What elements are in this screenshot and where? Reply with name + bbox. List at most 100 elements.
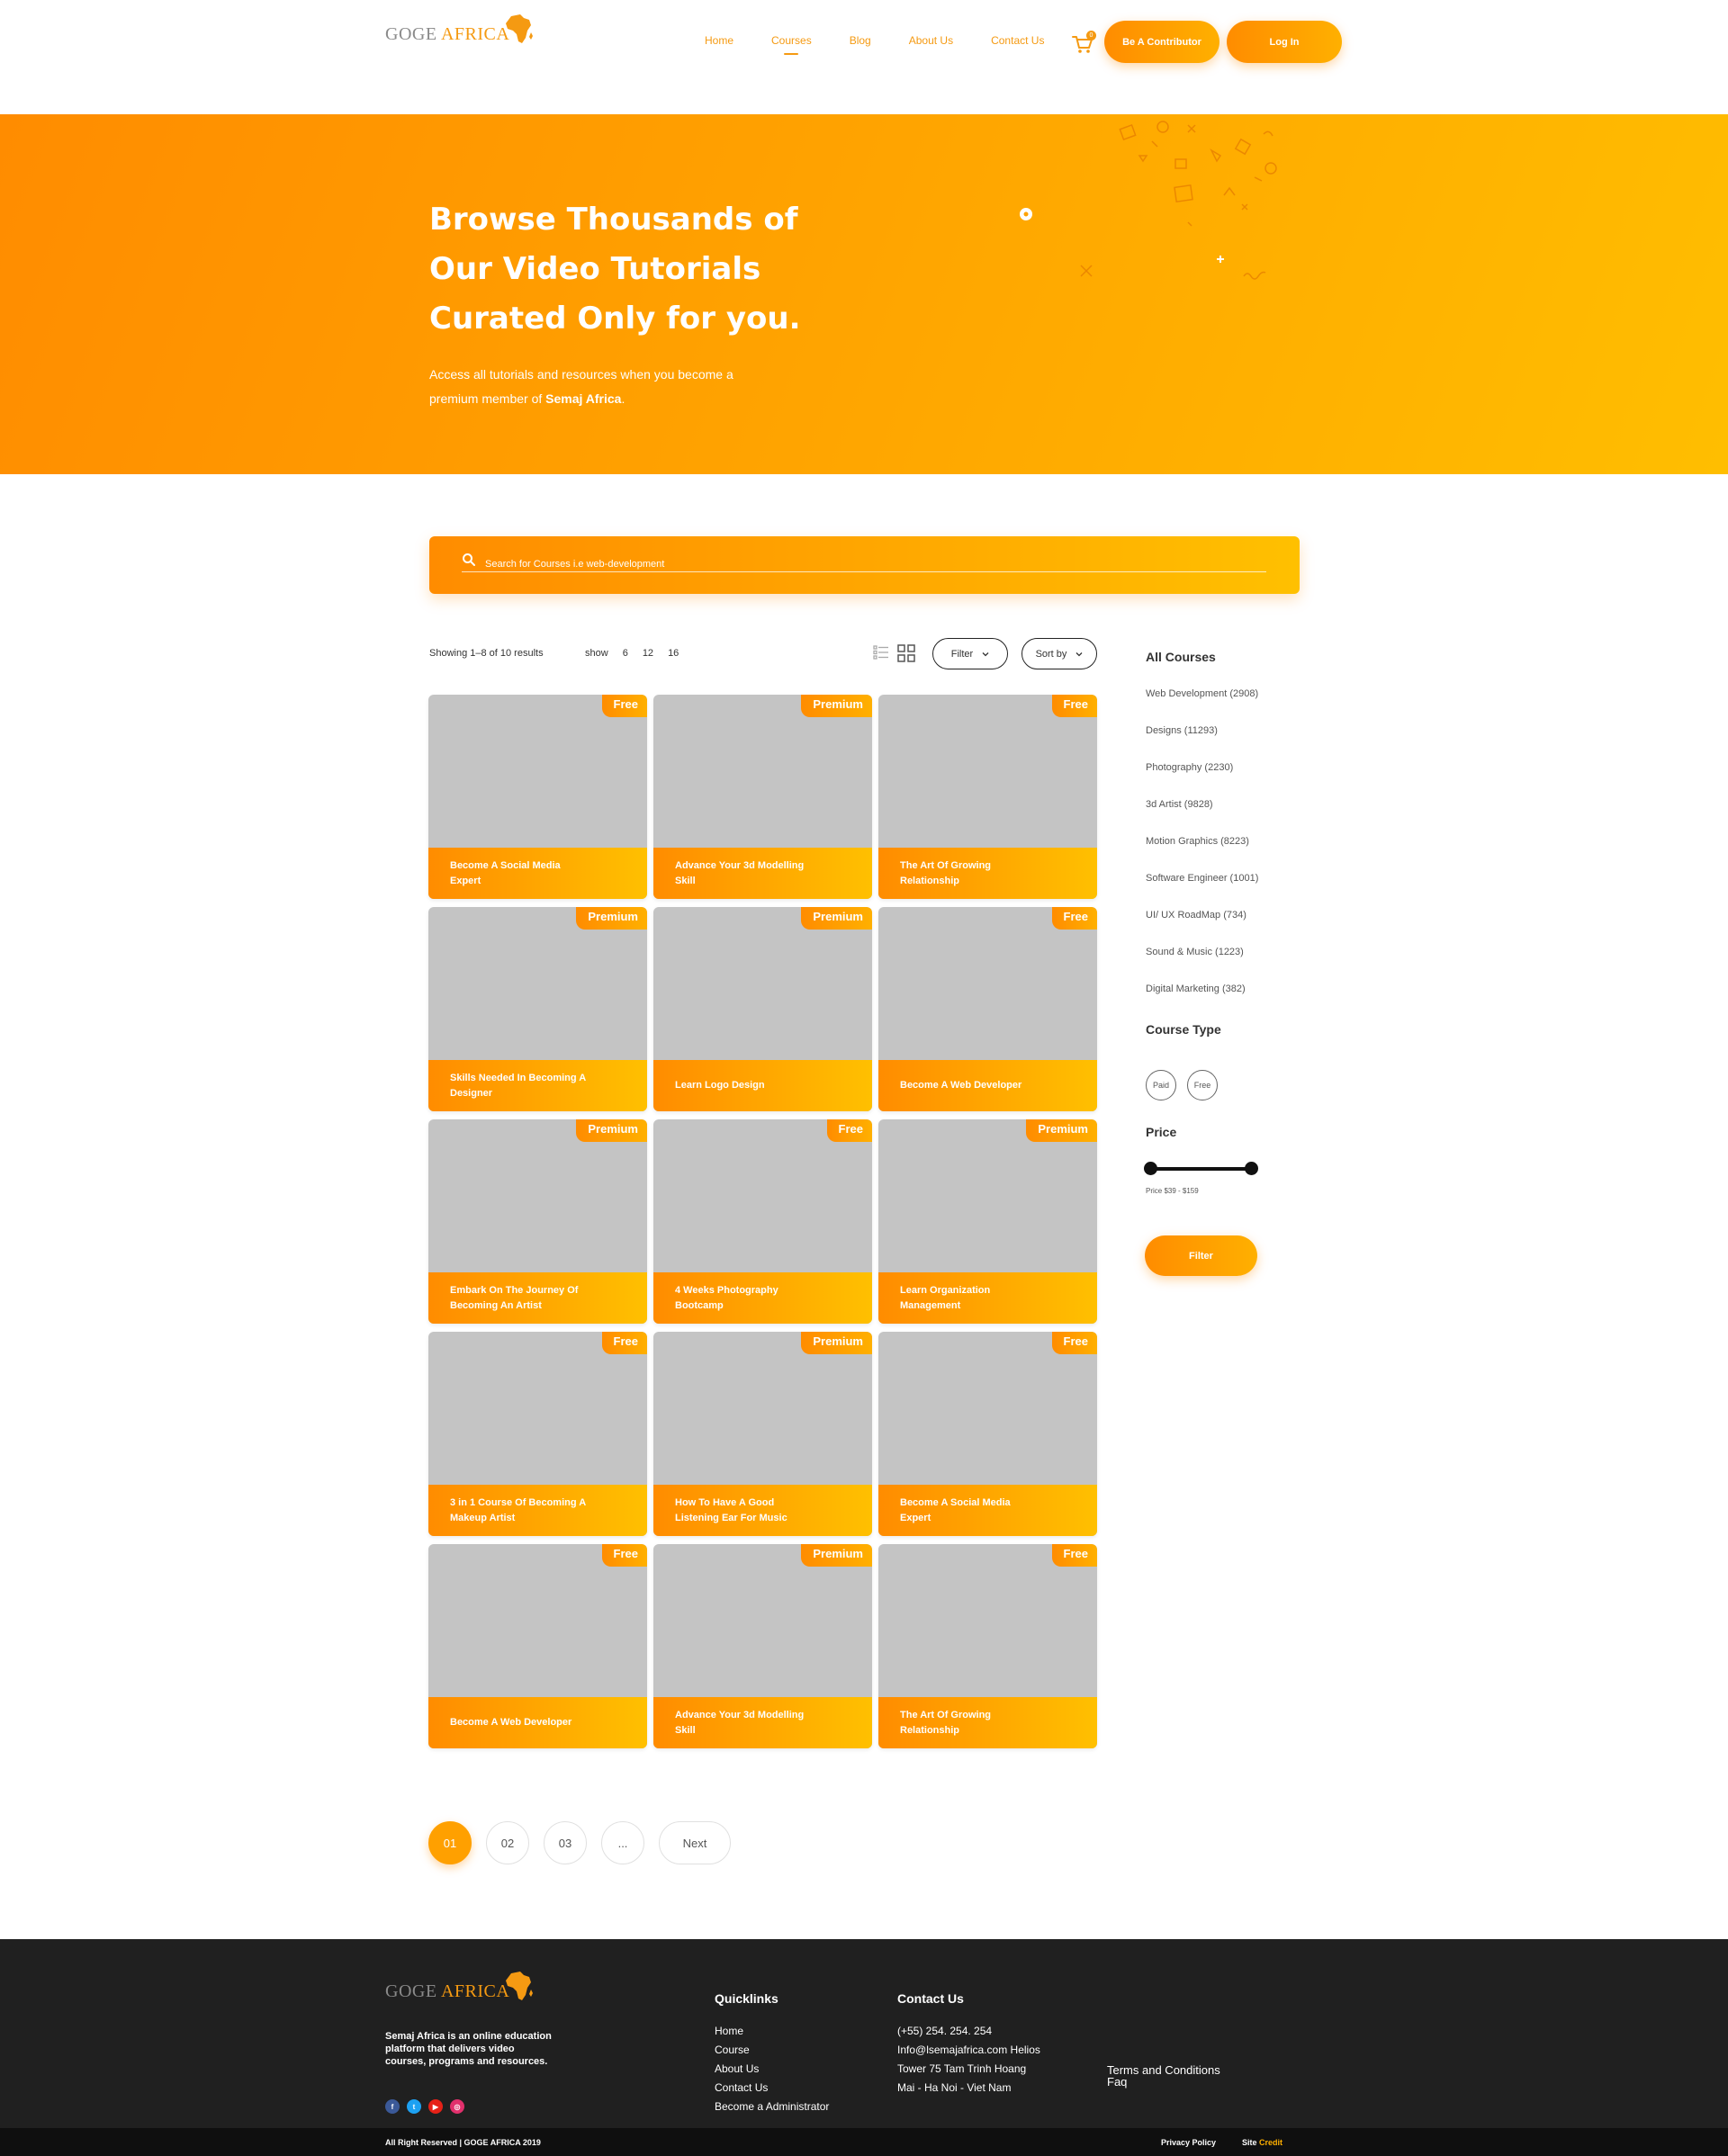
- youtube-icon[interactable]: ▶: [428, 2099, 443, 2114]
- page-ellipsis[interactable]: ...: [601, 1821, 644, 1864]
- course-card-footer: Advance Your 3d Modelling Skill: [653, 848, 872, 899]
- page-button-03[interactable]: 03: [544, 1821, 587, 1864]
- next-page-button[interactable]: Next: [659, 1821, 731, 1864]
- filter-dropdown-label: Filter: [950, 648, 974, 660]
- footer-logo-africa: AFRICA: [440, 1981, 510, 2001]
- show-option-6[interactable]: 6: [623, 648, 628, 659]
- hero-banner: Browse Thousands of Our Video Tutorials …: [0, 114, 1728, 474]
- course-badge: Free: [1051, 1544, 1097, 1567]
- site-credit-highlight: Credit: [1259, 2138, 1283, 2147]
- footer-link-contact-us[interactable]: Contact Us: [715, 2079, 829, 2098]
- category-software-engineer[interactable]: Software Engineer (1001): [1146, 873, 1258, 884]
- facebook-icon[interactable]: f: [385, 2099, 400, 2114]
- course-card[interactable]: Free Become A Social Media Expert: [428, 695, 647, 899]
- africa-map-icon: [506, 1972, 534, 2000]
- course-card[interactable]: Premium Embark On The Journey Of Becoming…: [428, 1119, 647, 1324]
- hero-title-line-2: Our Video Tutorials: [429, 251, 761, 287]
- instagram-icon[interactable]: ◎: [450, 2099, 464, 2114]
- course-card[interactable]: Premium Advance Your 3d Modelling Skill: [653, 1544, 872, 1748]
- footer-link-about-us[interactable]: About Us: [715, 2060, 829, 2079]
- category-3d-artist[interactable]: 3d Artist (9828): [1146, 799, 1213, 810]
- footer-legal-links: Terms and Conditions Faq: [1107, 2064, 1220, 2088]
- course-card[interactable]: Free The Art Of Growing Relationship: [878, 695, 1097, 899]
- course-card[interactable]: Premium Advance Your 3d Modelling Skill: [653, 695, 872, 899]
- show-option-12[interactable]: 12: [643, 648, 653, 659]
- hero-decoration-icons: [1020, 121, 1277, 280]
- course-title: Embark On The Journey Of Becoming An Art…: [450, 1284, 579, 1311]
- privacy-policy-link[interactable]: Privacy Policy: [1161, 2138, 1216, 2147]
- grid-view-icon[interactable]: [897, 644, 915, 662]
- course-type-free[interactable]: Free: [1187, 1070, 1218, 1100]
- course-card[interactable]: Free Become A Social Media Expert: [878, 1332, 1097, 1536]
- course-card[interactable]: Premium Learn Logo Design: [653, 907, 872, 1111]
- copyright-text: All Right Reserved | GOGE AFRICA 2019: [385, 2138, 541, 2147]
- search-input[interactable]: [462, 545, 1266, 572]
- course-card[interactable]: Free 4 Weeks Photography Bootcamp: [653, 1119, 872, 1324]
- price-slider-max-handle[interactable]: [1245, 1162, 1258, 1175]
- twitter-icon[interactable]: t: [407, 2099, 421, 2114]
- nav-about-us[interactable]: About Us: [909, 34, 953, 47]
- be-a-contributor-button[interactable]: Be A Contributor: [1104, 21, 1220, 63]
- course-card-footer: 4 Weeks Photography Bootcamp: [653, 1272, 872, 1324]
- faq-link[interactable]: Faq: [1107, 2076, 1220, 2088]
- category-ui-ux-roadmap[interactable]: UI/ UX RoadMap (734): [1146, 910, 1246, 921]
- course-card-footer: Learn Organization Management: [878, 1272, 1097, 1324]
- search-bar: [429, 536, 1300, 594]
- category-designs[interactable]: Designs (11293): [1146, 725, 1218, 736]
- page-button-01[interactable]: 01: [428, 1821, 472, 1864]
- course-title: Learn Logo Design: [675, 1080, 765, 1091]
- sidebar-filter-button[interactable]: Filter: [1145, 1235, 1257, 1276]
- course-title: Advance Your 3d Modelling Skill: [675, 859, 805, 886]
- footer-logo-text: GOGE AFRICA: [385, 1981, 509, 2002]
- course-card[interactable]: Free Become A Web Developer: [428, 1544, 647, 1748]
- nav-home[interactable]: Home: [705, 34, 734, 47]
- footer-link-course[interactable]: Course: [715, 2041, 829, 2060]
- category-digital-marketing[interactable]: Digital Marketing (382): [1146, 984, 1246, 994]
- hero-subtitle-end: .: [621, 391, 626, 406]
- logo-text: GOGE AFRICA: [385, 24, 509, 45]
- nav-contact-us[interactable]: Contact Us: [991, 34, 1044, 47]
- sort-dropdown[interactable]: Sort by: [1022, 638, 1097, 669]
- hero-subtitle: Access all tutorials and resources when …: [429, 363, 771, 411]
- course-type-paid[interactable]: Paid: [1146, 1070, 1176, 1100]
- course-badge: Premium: [801, 1332, 872, 1354]
- course-card[interactable]: Premium How To Have A Good Listening Ear …: [653, 1332, 872, 1536]
- course-card[interactable]: Premium Learn Organization Management: [878, 1119, 1097, 1324]
- footer-link-home[interactable]: Home: [715, 2022, 829, 2041]
- course-badge: Free: [601, 1332, 647, 1354]
- nav-courses[interactable]: Courses: [771, 34, 812, 55]
- main-nav: Home Courses Blog About Us Contact Us: [705, 34, 1082, 55]
- login-button[interactable]: Log In: [1227, 21, 1342, 63]
- course-card[interactable]: Free The Art Of Growing Relationship: [878, 1544, 1097, 1748]
- logo[interactable]: GOGE AFRICA: [385, 14, 535, 45]
- show-option-16[interactable]: 16: [668, 648, 679, 659]
- list-view-icon[interactable]: [873, 644, 889, 660]
- course-badge: Premium: [801, 907, 872, 930]
- chevron-down-icon: [982, 651, 989, 656]
- course-card-footer: The Art Of Growing Relationship: [878, 848, 1097, 899]
- page-button-02[interactable]: 02: [486, 1821, 529, 1864]
- quicklinks-list: Home Course About Us Contact Us Become a…: [715, 2022, 829, 2116]
- course-badge: Free: [1051, 695, 1097, 717]
- category-photography[interactable]: Photography (2230): [1146, 762, 1233, 773]
- contact-heading: Contact Us: [897, 1991, 964, 2006]
- contact-email[interactable]: Info@lsemajafrica.com Helios: [897, 2041, 1040, 2060]
- site-credit-label: Site: [1242, 2138, 1260, 2147]
- course-card[interactable]: Free 3 in 1 Course Of Becoming A Makeup A…: [428, 1332, 647, 1536]
- nav-blog[interactable]: Blog: [850, 34, 871, 47]
- course-badge: Premium: [576, 907, 647, 930]
- footer-about-text: Semaj Africa is an online education plat…: [385, 2031, 552, 2067]
- course-card[interactable]: Free Become A Web Developer: [878, 907, 1097, 1111]
- course-card[interactable]: Premium Skills Needed In Becoming A Desig…: [428, 907, 647, 1111]
- price-slider-track[interactable]: [1150, 1167, 1252, 1171]
- filter-dropdown[interactable]: Filter: [932, 638, 1008, 669]
- course-title: Become A Social Media Expert: [450, 859, 561, 886]
- category-sound-music[interactable]: Sound & Music (1223): [1146, 947, 1244, 957]
- category-motion-graphics[interactable]: Motion Graphics (8223): [1146, 836, 1249, 847]
- site-credit[interactable]: Site Credit: [1242, 2138, 1282, 2147]
- footer-logo[interactable]: GOGE AFRICA: [385, 1972, 535, 2002]
- price-slider-min-handle[interactable]: [1144, 1162, 1157, 1175]
- course-card-footer: Skills Needed In Becoming A Designer: [428, 1060, 647, 1111]
- footer-link-become-administrator[interactable]: Become a Administrator: [715, 2098, 829, 2116]
- category-web-development[interactable]: Web Development (2908): [1146, 688, 1258, 699]
